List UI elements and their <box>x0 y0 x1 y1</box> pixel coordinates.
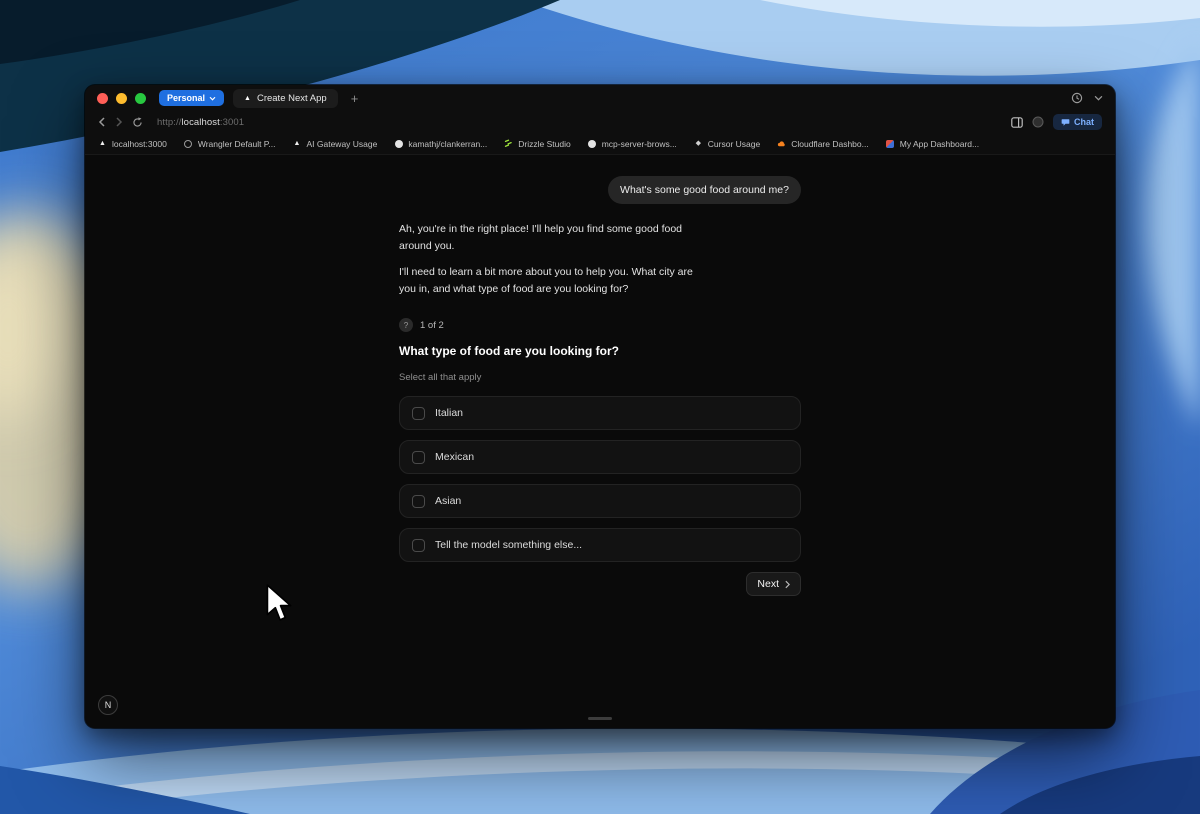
bookmark-wrangler[interactable]: Wrangler Default P... <box>184 139 275 149</box>
bookmark-ai-gateway[interactable]: ▲ AI Gateway Usage <box>292 139 378 149</box>
assistant-message-2: I'll need to learn a bit more about you … <box>399 266 693 295</box>
option-label: Italian <box>435 407 464 419</box>
github-icon <box>588 139 597 148</box>
resize-handle[interactable] <box>588 717 612 720</box>
tab-title: Create Next App <box>256 92 327 104</box>
zoom-window-button[interactable] <box>135 92 146 104</box>
tab-bar: Personal ▲ Create Next App + <box>85 85 1115 111</box>
url-host: localhost <box>181 116 220 128</box>
user-message: What's some good food around me? <box>608 176 801 204</box>
question-badge-icon: ? <box>399 318 413 332</box>
option-mexican[interactable]: Mexican <box>399 440 801 474</box>
chat-bubble-icon <box>1061 118 1070 126</box>
option-something-else[interactable]: Tell the model something else... <box>399 528 801 562</box>
tab-create-next-app[interactable]: ▲ Create Next App <box>233 88 338 108</box>
bookmark-my-app-dashboard[interactable]: My App Dashboard... <box>886 139 979 149</box>
chevron-right-icon <box>785 580 790 588</box>
vercel-triangle-icon: ▲ <box>244 94 251 102</box>
navigation-bar: http://localhost:3001 Chat <box>85 111 1115 133</box>
avatar[interactable]: N <box>98 695 118 715</box>
assistant-message-1: Ah, you're in the right place! I'll help… <box>399 223 683 252</box>
url-port: :3001 <box>219 116 245 128</box>
back-button[interactable] <box>98 117 106 127</box>
option-label: Mexican <box>435 451 475 463</box>
profile-switcher[interactable]: Personal <box>159 90 225 106</box>
option-italian[interactable]: Italian <box>399 396 801 430</box>
option-asian[interactable]: Asian <box>399 484 801 518</box>
chat-button[interactable]: Chat <box>1053 114 1102 130</box>
bookmark-drizzle-studio[interactable]: Drizzle Studio <box>504 139 571 149</box>
reload-button[interactable] <box>132 116 143 128</box>
checkbox-icon[interactable] <box>412 494 425 508</box>
cursor-icon: ◆ <box>695 140 701 147</box>
profile-label: Personal <box>167 93 206 103</box>
select-hint: Select all that apply <box>399 372 482 383</box>
window-controls <box>97 92 146 104</box>
option-label: Asian <box>435 495 462 507</box>
forward-button[interactable] <box>115 117 123 127</box>
bookmarks-bar: ▲ localhost:3000 Wrangler Default P... ▲… <box>85 133 1115 155</box>
step-row: ? 1 of 2 <box>399 318 801 332</box>
new-tab-button[interactable]: + <box>347 92 363 105</box>
chevron-down-icon <box>209 96 216 101</box>
bookmark-cursor-usage[interactable]: ◆ Cursor Usage <box>694 139 761 149</box>
next-button-label: Next <box>757 578 779 590</box>
history-icon[interactable] <box>1071 92 1083 104</box>
bookmark-cloudflare[interactable]: Cloudflare Dashbo... <box>777 139 869 149</box>
option-label: Tell the model something else... <box>435 539 583 551</box>
url-scheme: http:// <box>157 116 182 128</box>
minimize-window-button[interactable] <box>116 92 127 104</box>
bookmark-github-repo[interactable]: kamathj/clankerran... <box>394 139 487 149</box>
next-button[interactable]: Next <box>746 572 801 596</box>
github-icon <box>394 139 403 148</box>
globe-icon <box>184 139 193 148</box>
page-content: What's some good food around me? Ah, you… <box>85 155 1115 728</box>
bookmark-localhost-3000[interactable]: ▲ localhost:3000 <box>98 139 167 149</box>
close-window-button[interactable] <box>97 92 108 104</box>
browser-window: Personal ▲ Create Next App + http://loca… <box>85 85 1115 728</box>
question-title: What type of food are you looking for? <box>399 344 619 358</box>
extensions-icon[interactable] <box>1032 116 1044 128</box>
vercel-triangle-icon: ▲ <box>293 140 301 147</box>
bookmark-mcp-server[interactable]: mcp-server-brows... <box>588 139 677 149</box>
chevron-down-icon[interactable] <box>1094 95 1103 101</box>
chat-column: What's some good food around me? Ah, you… <box>399 155 801 596</box>
step-indicator: 1 of 2 <box>420 319 444 331</box>
checkbox-icon[interactable] <box>412 538 425 552</box>
address-bar[interactable]: http://localhost:3001 <box>157 117 244 128</box>
checkbox-icon[interactable] <box>412 406 425 420</box>
cloudflare-icon <box>777 139 786 148</box>
drizzle-icon <box>504 139 513 148</box>
checkbox-icon[interactable] <box>412 450 425 464</box>
vercel-triangle-icon: ▲ <box>99 140 106 147</box>
chat-button-label: Chat <box>1074 117 1094 127</box>
app-favicon-icon <box>886 139 895 148</box>
side-panel-icon[interactable] <box>1011 116 1023 128</box>
